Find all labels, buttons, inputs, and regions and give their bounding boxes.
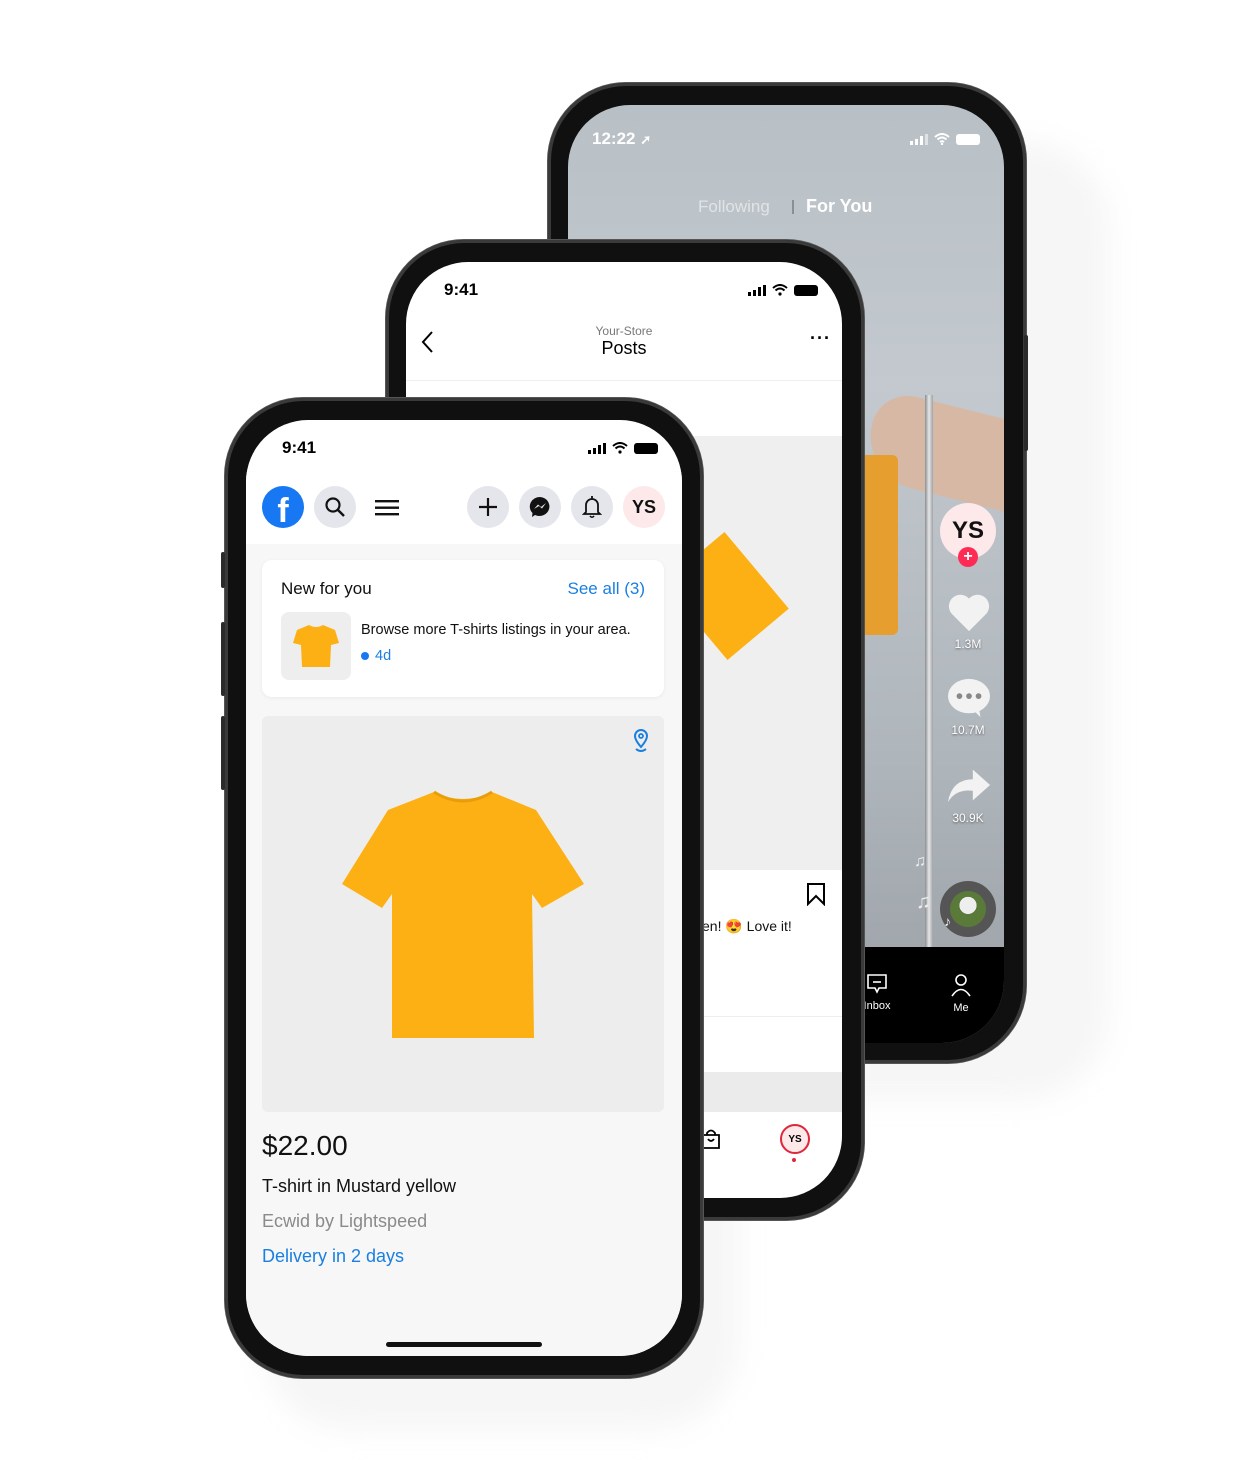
battery-icon (794, 284, 818, 296)
profile-tab-avatar[interactable]: YS (780, 1124, 810, 1154)
seller-name[interactable]: Ecwid by Lightspeed (262, 1211, 427, 1232)
battery-icon (956, 133, 980, 145)
notification-thumbnail (281, 612, 351, 680)
header-divider (406, 380, 842, 381)
profile-person-icon (951, 974, 971, 997)
wifi-icon (934, 133, 950, 145)
status-icons (910, 133, 980, 145)
plus-icon (479, 498, 497, 516)
notifications-button[interactable] (571, 486, 613, 528)
new-for-you-card[interactable]: New for you See all (3) Browse more T-sh… (262, 560, 664, 697)
profile-avatar[interactable]: YS (623, 486, 665, 528)
delivery-estimate: Delivery in 2 days (262, 1246, 405, 1266)
likes-count: 1.3M (954, 637, 982, 651)
follow-plus-icon[interactable]: + (958, 547, 978, 567)
signal-icon (588, 442, 606, 454)
phone-facebook: 9:41 f YS New for you See all (3) Browse… (221, 398, 703, 1378)
music-cover-thumbnail (950, 891, 986, 927)
share-arrow-icon[interactable] (946, 765, 992, 805)
hanging-orange-shirt (860, 455, 898, 635)
search-icon (325, 497, 345, 517)
status-icons (748, 284, 818, 296)
facebook-toolbar: f YS (246, 472, 682, 544)
more-options-icon[interactable]: ··· (810, 328, 831, 349)
location-arrow-icon: ➚ (640, 132, 652, 147)
music-note-icon: ♪ (944, 913, 951, 929)
search-button[interactable] (314, 486, 356, 528)
product-price: $22.00 (262, 1130, 348, 1161)
unread-dot (361, 652, 369, 660)
volume-up-button (221, 622, 225, 696)
notification-age: 4d (375, 648, 392, 664)
silent-switch (221, 552, 225, 588)
facebook-screen: 9:41 f YS New for you See all (3) Browse… (246, 420, 682, 1356)
card-title: New for you (281, 579, 372, 598)
status-time: 9:41 (282, 438, 317, 457)
signal-icon (748, 284, 766, 296)
home-indicator[interactable] (386, 1342, 542, 1347)
product-name[interactable]: T-shirt in Mustard yellow (262, 1176, 456, 1197)
comments-count: 10.7M (951, 723, 985, 737)
music-note-icon: ♫ (914, 853, 926, 870)
shares-count: 30.9K (952, 811, 984, 825)
page-title: Posts (601, 338, 647, 358)
comment-icon[interactable] (946, 677, 992, 719)
tshirt-thumbnail-image (293, 625, 339, 667)
tab-following[interactable]: Following (698, 197, 770, 217)
product-image[interactable] (262, 716, 664, 1112)
active-tab-dot (792, 1158, 796, 1162)
see-all-link[interactable]: See all (3) (568, 579, 645, 599)
create-button[interactable] (467, 486, 509, 528)
messenger-button[interactable] (519, 486, 561, 528)
signal-icon (910, 133, 928, 145)
location-pin-icon[interactable] (632, 728, 650, 754)
yellow-tshirt-image (342, 790, 584, 1038)
notification-message: Browse more T-shirts listings in your ar… (361, 622, 631, 638)
messenger-icon (529, 496, 550, 517)
post-caption: en! 😍 Love it! (702, 918, 792, 934)
bookmark-icon[interactable] (806, 882, 826, 906)
wifi-icon (612, 442, 628, 454)
tab-for-you[interactable]: For You (806, 196, 872, 217)
store-name: Your-Store (595, 324, 653, 338)
nav-me[interactable]: Me (936, 973, 986, 1014)
battery-icon (634, 442, 658, 454)
status-time: 12:22 (592, 129, 636, 148)
side-button (1024, 335, 1028, 451)
volume-down-button (221, 716, 225, 790)
wifi-icon (772, 284, 788, 296)
heart-icon[interactable] (946, 591, 992, 633)
shop-bag-icon[interactable] (700, 1128, 722, 1150)
music-note-icon: ♫ (916, 891, 931, 913)
facebook-logo-icon[interactable]: f (262, 486, 304, 528)
status-icons (588, 442, 658, 454)
status-time: 9:41 (444, 280, 479, 299)
bell-icon (581, 496, 603, 519)
inbox-icon (867, 974, 887, 994)
clothing-rack-pole (925, 395, 933, 1043)
hamburger-menu-icon[interactable] (375, 500, 399, 516)
tab-divider (792, 200, 794, 214)
